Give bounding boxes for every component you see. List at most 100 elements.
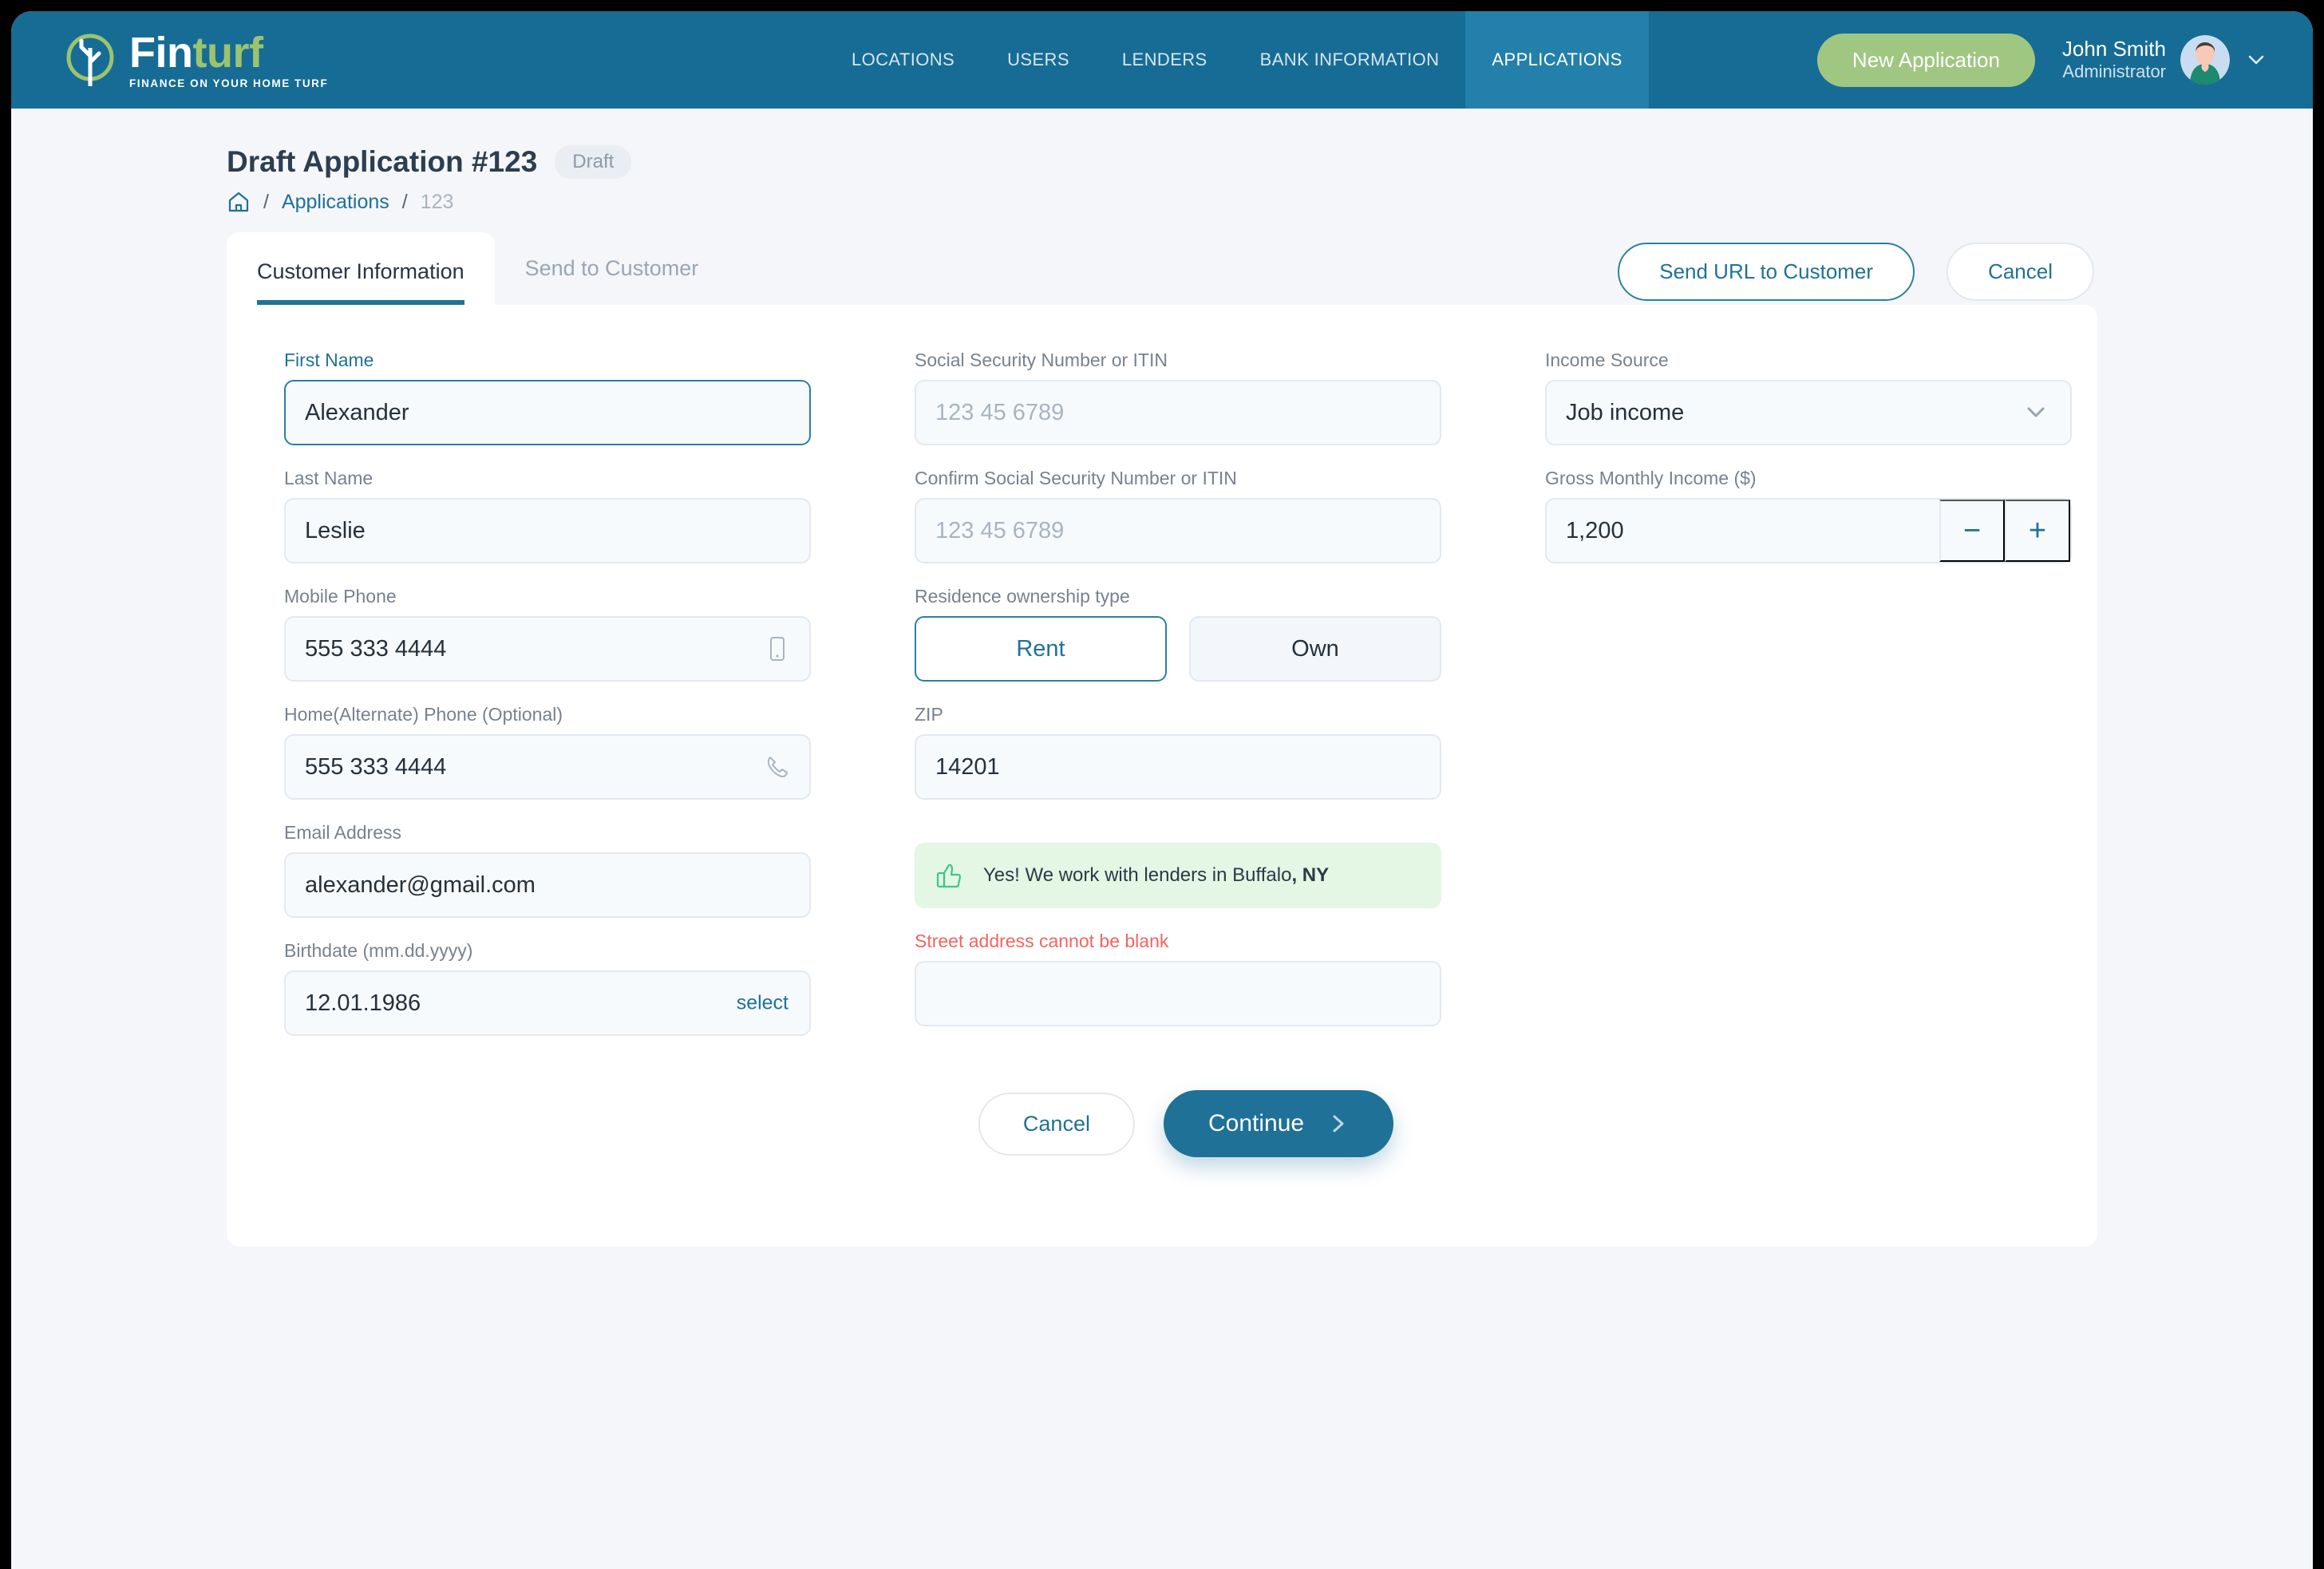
- residence-ownership-options: Rent Own: [915, 616, 1441, 682]
- banner-text: Yes! We work with lenders in Buffalo, NY: [983, 864, 1329, 887]
- last-name-label: Last Name: [284, 468, 374, 488]
- nav-item-applications[interactable]: APPLICATIONS: [1465, 11, 1649, 109]
- residence-option-rent[interactable]: Rent: [915, 616, 1167, 682]
- home-phone-input[interactable]: 555 333 4444: [284, 734, 811, 800]
- last-name-value: Leslie: [305, 517, 366, 543]
- tab-customer-information[interactable]: Customer Information: [227, 232, 495, 305]
- street-address-input[interactable]: [915, 961, 1441, 1026]
- brand-wordmark: Finturf FINANCE ON YOUR HOME TURF: [129, 31, 328, 89]
- mobile-phone-label: Mobile Phone: [284, 586, 397, 607]
- cancel-button-form[interactable]: Cancel: [978, 1092, 1135, 1156]
- continue-button-label: Continue: [1207, 1110, 1305, 1136]
- first-name-label: First Name: [284, 350, 374, 370]
- birthdate-label: Birthdate (mm.dd.yyyy): [284, 940, 473, 961]
- zip-label: ZIP: [915, 704, 943, 725]
- field-street-address: Street address cannot be blank: [915, 931, 1441, 1026]
- zip-value: 14201: [935, 753, 1000, 780]
- new-application-button[interactable]: New Application: [1816, 33, 2035, 87]
- chevron-down-icon[interactable]: [2022, 399, 2049, 426]
- gross-monthly-income-value: 1,200: [1566, 517, 1624, 543]
- primary-nav: LOCATIONS USERS LENDERS BANK INFORMATION…: [825, 11, 1649, 109]
- page-header: Draft Application #123 Draft / Applicati…: [11, 109, 2313, 301]
- ssn-confirm-input[interactable]: 123 45 6789: [915, 498, 1441, 563]
- app-window: Finturf FINANCE ON YOUR HOME TURF LOCATI…: [11, 11, 2313, 1569]
- brand-name-part2: turf: [192, 28, 263, 77]
- continue-button[interactable]: Continue: [1163, 1090, 1394, 1157]
- tab-send-to-customer[interactable]: Send to Customer: [495, 256, 729, 305]
- brand-tagline: FINANCE ON YOUR HOME TURF: [129, 77, 329, 89]
- brand-logo[interactable]: Finturf FINANCE ON YOUR HOME TURF: [61, 11, 328, 109]
- breadcrumb-separator-1: /: [263, 190, 269, 213]
- tab-bar: Customer Information Send to Customer: [227, 228, 2313, 305]
- customer-information-panel: First Name Alexander Last Name Leslie Mo…: [227, 305, 2097, 1247]
- ssn-placeholder: 123 45 6789: [935, 399, 1065, 425]
- breadcrumb: / Applications / 123: [227, 190, 2313, 214]
- nav-item-lenders[interactable]: LENDERS: [1096, 11, 1234, 109]
- field-ssn: Social Security Number or ITIN 123 45 67…: [915, 350, 1441, 445]
- user-menu[interactable]: John Smith Administrator: [2062, 35, 2268, 85]
- field-zip: ZIP 14201: [915, 704, 1441, 800]
- field-last-name: Last Name Leslie: [284, 468, 811, 563]
- income-source-value: Job income: [1566, 399, 1685, 425]
- income-source-select[interactable]: Job income: [1545, 380, 2072, 445]
- user-identity: John Smith Administrator: [2062, 37, 2166, 83]
- user-role: Administrator: [2062, 61, 2166, 82]
- street-address-error-label: Street address cannot be blank: [915, 931, 1169, 951]
- form-column-identity: Social Security Number or ITIN 123 45 67…: [915, 350, 1441, 1157]
- mobile-phone-input[interactable]: 555 333 4444: [284, 616, 811, 682]
- birthdate-select-link[interactable]: select: [737, 992, 788, 1015]
- field-birthdate: Birthdate (mm.dd.yyyy) 12.01.1986 select: [284, 940, 811, 1036]
- topbar-right-cluster: New Application John Smith Administrator: [1816, 11, 2268, 109]
- residence-ownership-label: Residence ownership type: [915, 586, 1130, 607]
- mobile-phone-value: 555 333 4444: [305, 635, 447, 662]
- form-action-bar: Cancel Continue: [915, 1090, 1441, 1157]
- lender-availability-banner: Yes! We work with lenders in Buffalo, NY: [915, 843, 1441, 908]
- first-name-value: Alexander: [305, 399, 409, 425]
- nav-item-bank-information[interactable]: BANK INFORMATION: [1234, 11, 1466, 109]
- ssn-confirm-placeholder: 123 45 6789: [935, 517, 1065, 543]
- mobile-phone-icon: [763, 634, 792, 663]
- field-email: Email Address alexander@gmail.com: [284, 822, 811, 918]
- chevron-right-icon: [1328, 1112, 1349, 1136]
- email-value: alexander@gmail.com: [305, 871, 536, 898]
- nav-item-locations[interactable]: LOCATIONS: [825, 11, 981, 109]
- home-phone-value: 555 333 4444: [305, 753, 447, 780]
- email-label: Email Address: [284, 822, 402, 843]
- last-name-input[interactable]: Leslie: [284, 498, 811, 563]
- field-mobile-phone: Mobile Phone 555 333 4444: [284, 586, 811, 682]
- chevron-down-icon[interactable]: [2244, 48, 2268, 72]
- home-phone-label: Home(Alternate) Phone (Optional): [284, 704, 563, 725]
- ssn-label: Social Security Number or ITIN: [915, 350, 1168, 370]
- form-column-income: Income Source Job income Gross Monthly I…: [1545, 350, 2072, 1157]
- field-income-source: Income Source Job income: [1545, 350, 2072, 445]
- residence-option-own[interactable]: Own: [1189, 616, 1441, 682]
- user-name: John Smith: [2061, 37, 2166, 61]
- email-input[interactable]: alexander@gmail.com: [284, 852, 811, 918]
- gross-monthly-income-stepper[interactable]: 1,200 − +: [1545, 498, 2072, 563]
- field-gross-monthly-income: Gross Monthly Income ($) 1,200 − +: [1545, 468, 2072, 563]
- gross-monthly-income-label: Gross Monthly Income ($): [1545, 468, 1757, 488]
- birthdate-value: 12.01.1986: [305, 990, 421, 1016]
- banner-text-emphasis: , NY: [1291, 864, 1330, 886]
- page-title: Draft Application #123: [227, 145, 538, 178]
- ssn-input[interactable]: 123 45 6789: [915, 380, 1441, 445]
- ssn-confirm-label: Confirm Social Security Number or ITIN: [915, 468, 1237, 488]
- field-home-phone: Home(Alternate) Phone (Optional) 555 333…: [284, 704, 811, 800]
- nav-item-users[interactable]: USERS: [981, 11, 1096, 109]
- breadcrumb-link-applications[interactable]: Applications: [282, 191, 389, 214]
- breadcrumb-separator-2: /: [401, 190, 408, 213]
- zip-input[interactable]: 14201: [915, 734, 1441, 800]
- birthdate-input[interactable]: 12.01.1986 select: [284, 970, 811, 1036]
- banner-text-prefix: Yes! We work with lenders in Buffalo: [983, 864, 1292, 886]
- top-navigation-bar: Finturf FINANCE ON YOUR HOME TURF LOCATI…: [11, 11, 2313, 109]
- telephone-icon: [763, 753, 792, 781]
- decrement-button[interactable]: −: [1939, 500, 2005, 562]
- title-row: Draft Application #123 Draft: [227, 145, 2313, 179]
- home-icon[interactable]: [227, 190, 251, 214]
- field-residence-ownership: Residence ownership type Rent Own: [915, 586, 1441, 682]
- increment-button[interactable]: +: [2005, 500, 2070, 562]
- income-source-label: Income Source: [1545, 350, 1669, 370]
- first-name-input[interactable]: Alexander: [284, 380, 811, 445]
- tree-in-circle-icon: [61, 30, 120, 89]
- field-first-name: First Name Alexander: [284, 350, 811, 445]
